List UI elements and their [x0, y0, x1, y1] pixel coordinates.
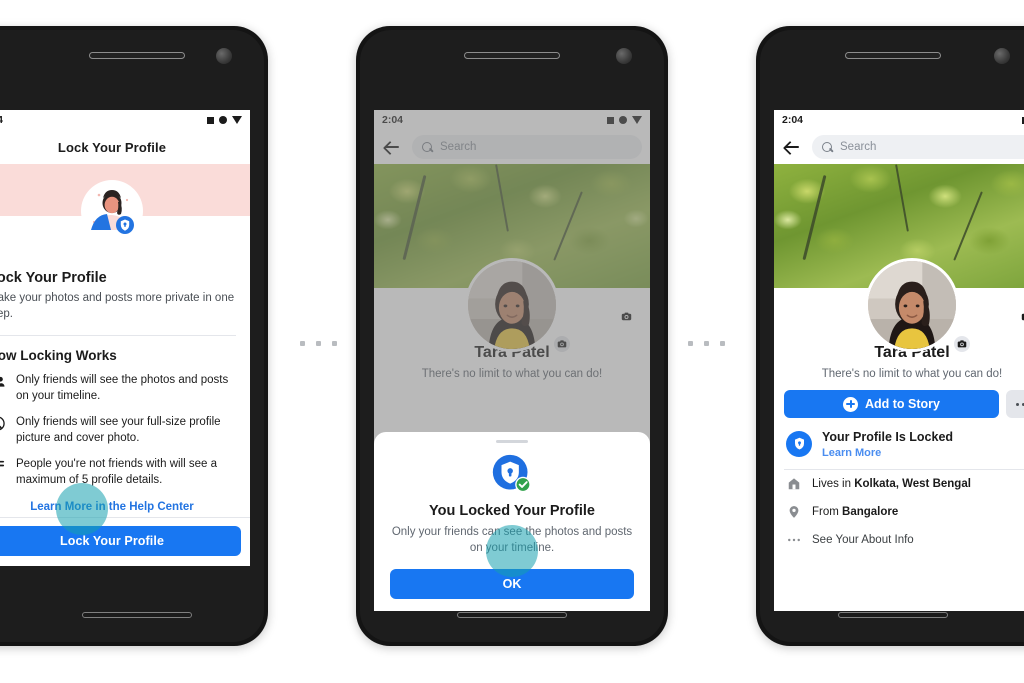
- dot: [316, 341, 321, 346]
- profile-actions: Add to Story: [774, 390, 1024, 418]
- lock-your-profile-button[interactable]: Lock Your Profile: [0, 526, 241, 556]
- how-locking-works-heading: How Locking Works: [0, 348, 117, 364]
- bullet-row: Only friends will see your full-size pro…: [0, 415, 236, 446]
- add-to-story-button[interactable]: Add to Story: [784, 390, 999, 418]
- earpiece-speaker-icon: [464, 52, 560, 59]
- statusbar-time: 2:04: [0, 114, 4, 126]
- page-title: Lock Your Profile: [57, 139, 167, 155]
- statusbar-3: 2:04: [774, 110, 1024, 130]
- appbar-3: Search: [774, 130, 1024, 164]
- locked-confirmation-modal: You Locked Your Profile Only your friend…: [374, 432, 650, 611]
- dot: [720, 341, 725, 346]
- bullet-row: Only friends will see the photos and pos…: [0, 373, 236, 404]
- intro-heading: Lock Your Profile: [0, 270, 107, 286]
- info-text: Lives in Kolkata, West Bengal: [812, 478, 971, 490]
- search-icon: [822, 141, 833, 153]
- avatar[interactable]: [865, 258, 959, 352]
- statusbar-1: 2:04: [0, 110, 250, 130]
- locked-banner-text: Your Profile Is Locked Learn More: [822, 428, 953, 459]
- statusbar-time: 2:04: [782, 114, 804, 126]
- circle-icon: [219, 116, 227, 124]
- footer-action-bar: Lock Your Profile: [0, 517, 250, 566]
- help-center-link[interactable]: Learn More in the Help Center: [0, 501, 236, 513]
- appbar-1: Lock Your Profile: [0, 130, 250, 164]
- profile-circle-icon: [0, 415, 6, 431]
- bullet-text: People you're not friends with will see …: [16, 458, 217, 486]
- dot: [300, 341, 305, 346]
- bottom-speaker-icon: [838, 612, 949, 618]
- info-text: From Bangalore: [812, 506, 899, 518]
- camera-icon: [1021, 313, 1024, 320]
- tara-patel-profile-photo: [868, 261, 956, 349]
- location-pin-icon: [786, 505, 802, 519]
- separator-dots-1: [300, 341, 337, 346]
- modal-body: Only your friends can see the photos and…: [391, 526, 633, 555]
- front-camera-icon: [994, 48, 1010, 64]
- statusbar-icons: [207, 116, 242, 124]
- hero-illustration-area: [0, 164, 250, 260]
- lock-intro-section: Lock Your Profile Make your photos and p…: [0, 260, 250, 513]
- add-to-story-label: Add to Story: [865, 397, 940, 411]
- woman-with-lock-shield-illustration: [79, 178, 145, 244]
- more-options-icon: [1016, 402, 1019, 406]
- plus-circle-icon: [843, 396, 858, 412]
- dot: [332, 341, 337, 346]
- front-camera-icon: [616, 48, 632, 64]
- sheet-grab-handle[interactable]: [496, 440, 528, 444]
- triangle-down-icon: [232, 116, 242, 124]
- home-icon: [786, 477, 802, 491]
- friends-icon: [0, 373, 6, 389]
- list-lines-icon: [0, 457, 6, 473]
- dot: [704, 341, 709, 346]
- avatar-camera-button[interactable]: [952, 334, 972, 354]
- phone-frame-1: 2:04 Lock Your Profile: [0, 26, 268, 646]
- locked-title: Your Profile Is Locked: [822, 430, 954, 444]
- screenshot-stage: 2:04 Lock Your Profile: [0, 0, 1024, 683]
- info-row-about[interactable]: See Your About Info: [774, 526, 1024, 554]
- intro-subheading: Make your photos and posts more private …: [0, 292, 235, 320]
- earpiece-speaker-icon: [88, 52, 185, 59]
- info-row-lives-in[interactable]: Lives in Kolkata, West Bengal: [774, 470, 1024, 498]
- back-arrow-icon[interactable]: [782, 137, 802, 157]
- bullet-text: Only friends will see your full-size pro…: [16, 416, 221, 444]
- modal-ok-button[interactable]: OK: [390, 569, 634, 599]
- info-value: Kolkata, West Bengal: [854, 478, 971, 490]
- bullet-text: Only friends will see the photos and pos…: [16, 374, 229, 402]
- phone-screen-2: 2:04 Search: [374, 110, 650, 611]
- square-icon: [207, 116, 214, 124]
- bullet-row: People you're not friends with will see …: [0, 457, 236, 488]
- search-input[interactable]: Search: [812, 135, 1024, 159]
- dot: [688, 341, 693, 346]
- profile-locked-banner[interactable]: Your Profile Is Locked Learn More: [774, 418, 1024, 467]
- divider: [0, 335, 236, 337]
- learn-more-link[interactable]: Learn More: [822, 447, 953, 459]
- separator-dots-2: [688, 341, 725, 346]
- cover-camera-button[interactable]: [1016, 306, 1024, 326]
- phone-screen-3: 2:04 Search Tara Patel There's no limit …: [774, 110, 1024, 611]
- camera-icon: [957, 340, 967, 348]
- phone-frame-2: 2:04 Search: [356, 26, 668, 646]
- info-value: Bangalore: [842, 506, 899, 518]
- ellipsis-icon: [786, 533, 802, 547]
- front-camera-icon: [216, 48, 232, 64]
- phone-screen-1: 2:04 Lock Your Profile: [0, 110, 250, 566]
- back-arrow-icon[interactable]: [0, 137, 2, 157]
- info-value: See Your About Info: [812, 534, 914, 546]
- search-placeholder: Search: [840, 141, 877, 153]
- modal-title: You Locked Your Profile: [429, 503, 595, 520]
- profile-bio: There's no limit to what you can do!: [821, 368, 1003, 380]
- bottom-speaker-icon: [81, 612, 192, 618]
- info-row-from[interactable]: From Bangalore: [774, 498, 1024, 526]
- phone-frame-3: 2:04 Search Tara Patel There's no limit …: [756, 26, 1024, 646]
- lock-shield-with-green-check-icon: [390, 453, 634, 495]
- more-options-button[interactable]: [1006, 390, 1024, 418]
- earpiece-speaker-icon: [845, 52, 942, 59]
- lock-shield-icon: [786, 430, 812, 457]
- bottom-speaker-icon: [457, 612, 567, 618]
